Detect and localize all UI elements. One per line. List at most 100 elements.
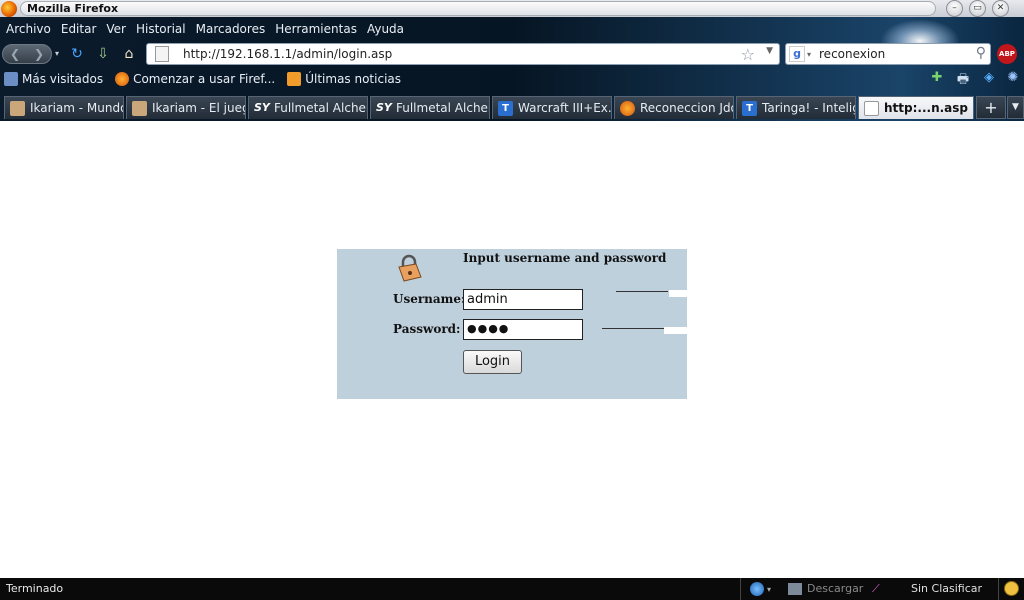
title-bar: Mozilla Firefox – ▭ ✕ [0, 0, 1024, 17]
navigation-bar: ❮ ❯ ▾ ↻ ⇩ ⌂ http://192.168.1.1/admin/log… [0, 42, 1024, 66]
status-bar: Terminado ▾ Descargar ⟋ Sin Clasificar [0, 578, 1024, 600]
menu-editar[interactable]: Editar [61, 22, 97, 40]
ikariam-icon [132, 100, 147, 116]
folder-icon [4, 72, 18, 86]
search-input[interactable]: reconexion [819, 47, 885, 61]
decorative-block [664, 327, 687, 334]
menu-bar: Archivo Editar Ver Historial Marcadores … [0, 22, 408, 40]
adblock-plus-icon[interactable]: ABP [997, 44, 1017, 64]
home-icon[interactable]: ⌂ [119, 43, 139, 65]
tab-label: Taringa! - Intelig... [762, 101, 855, 115]
taringa-icon: T [498, 100, 513, 116]
ikariam-icon [10, 100, 25, 116]
tab-label: Warcraft III+Ex... [518, 101, 612, 115]
tab-strip: Ikariam - Mundo ... Ikariam - El jueg...… [0, 95, 1024, 121]
tab-label: Ikariam - El jueg... [152, 101, 245, 115]
sy-icon: SY [254, 100, 270, 114]
history-dropdown-icon[interactable]: ▾ [52, 43, 62, 65]
bookmark-ultimas-noticias[interactable]: Últimas noticias [283, 72, 401, 86]
back-icon[interactable]: ❮ [3, 45, 27, 63]
download-label: Descargar [807, 582, 864, 595]
tab-reconeccion[interactable]: Reconeccion Jdo... [614, 96, 734, 119]
screen-icon[interactable]: ◈ [980, 70, 998, 88]
taringa-icon: T [742, 100, 757, 116]
menu-marcadores[interactable]: Marcadores [196, 22, 266, 40]
decorative-block [669, 290, 687, 297]
smiley-icon[interactable] [1004, 581, 1019, 596]
menu-ver[interactable]: Ver [106, 22, 126, 40]
browser-chrome: Archivo Editar Ver Historial Marcadores … [0, 17, 1024, 121]
login-heading: Input username and password [463, 251, 667, 265]
tab-ikariam-juego[interactable]: Ikariam - El jueg... [126, 96, 246, 119]
download-icon [788, 582, 802, 595]
tab-warcraft[interactable]: T Warcraft III+Ex... [492, 96, 612, 119]
maximize-button[interactable]: ▭ [969, 0, 986, 17]
print-icon[interactable]: 🖶 [954, 70, 972, 88]
classification-label: Sin Clasificar [911, 582, 983, 595]
download-status[interactable]: Descargar [788, 582, 863, 595]
tab-label: Fullmetal Alchem... [396, 101, 489, 115]
tab-ikariam-mundo[interactable]: Ikariam - Mundo ... [4, 96, 124, 119]
tab-list-dropdown-icon[interactable]: ▼ [1007, 96, 1024, 119]
minimize-button[interactable]: – [946, 0, 963, 17]
menu-historial[interactable]: Historial [136, 22, 186, 40]
search-icon[interactable]: ⚲ [976, 45, 986, 61]
menu-ayuda[interactable]: Ayuda [367, 22, 404, 40]
login-button[interactable]: Login [463, 350, 522, 374]
bookmark-label: Comenzar a usar Firef... [133, 72, 276, 86]
tab-fullmetal-1[interactable]: SY Fullmetal Alchem... [248, 96, 368, 119]
title-field [20, 1, 936, 16]
google-icon[interactable]: g [789, 46, 805, 62]
page-content: Input username and password Username: ad… [0, 121, 1024, 578]
lock-icon [398, 254, 422, 282]
back-forward-group: ❮ ❯ [2, 44, 52, 64]
decorative-line [616, 291, 668, 292]
bookmark-label: Más visitados [22, 72, 104, 86]
bookmark-comenzar[interactable]: Comenzar a usar Firef... [111, 72, 275, 86]
tab-label: Ikariam - Mundo ... [30, 101, 124, 115]
addon-icon[interactable]: ✚ [928, 70, 946, 88]
status-separator [998, 578, 999, 600]
password-label: Password: [393, 322, 461, 336]
loading-icon: ✺ [1007, 70, 1019, 85]
tab-label: Reconeccion Jdo... [640, 101, 733, 115]
bookmark-star-icon[interactable]: ☆ [741, 45, 755, 64]
page-icon [155, 46, 169, 62]
new-tab-button[interactable]: + [976, 96, 1006, 119]
reload-icon[interactable]: ↻ [67, 43, 87, 65]
login-panel: Input username and password Username: ad… [337, 249, 687, 399]
search-engine-dropdown-icon[interactable]: ▾ [807, 50, 811, 59]
decorative-line [602, 328, 664, 329]
graph-icon[interactable]: ⟋ [872, 582, 880, 596]
username-field[interactable]: admin [463, 289, 583, 310]
url-dropdown-icon[interactable]: ▼ [766, 46, 773, 56]
tab-fullmetal-2[interactable]: SY Fullmetal Alchem... [370, 96, 490, 119]
download-save-icon[interactable]: ⇩ [93, 43, 113, 65]
firefox-icon [620, 100, 635, 116]
menu-herramientas[interactable]: Herramientas [275, 22, 357, 40]
close-window-button[interactable]: ✕ [992, 0, 1009, 17]
bookmark-label: Últimas noticias [305, 72, 402, 86]
sy-icon: SY [376, 100, 392, 114]
search-bar[interactable]: g ▾ reconexion ⚲ [785, 43, 991, 65]
rss-icon [287, 72, 302, 86]
menu-archivo[interactable]: Archivo [6, 22, 51, 40]
firefox-icon [115, 72, 130, 86]
bookmark-mas-visitados[interactable]: Más visitados [0, 72, 103, 86]
status-separator [740, 578, 741, 600]
tab-active-login[interactable]: http:...n.asp ✕ [858, 96, 974, 119]
url-text[interactable]: http://192.168.1.1/admin/login.asp [183, 47, 392, 61]
browser-globe-icon[interactable]: ▾ [750, 582, 771, 596]
right-toolbar: ✚ 🖶 ◈ ✺ [918, 70, 1024, 88]
username-label: Username: [393, 292, 466, 306]
url-bar[interactable]: http://192.168.1.1/admin/login.asp ☆ ▼ [146, 43, 780, 65]
firefox-logo-icon [1, 0, 17, 17]
page-icon [864, 100, 879, 116]
password-field[interactable]: ●●●● [463, 319, 583, 340]
tab-taringa[interactable]: T Taringa! - Intelig... [736, 96, 856, 119]
status-text: Terminado [6, 582, 64, 595]
window-title: Mozilla Firefox [27, 2, 119, 15]
tab-label: Fullmetal Alchem... [274, 101, 367, 115]
forward-icon[interactable]: ❯ [27, 45, 51, 63]
tab-label: http:...n.asp [884, 101, 969, 115]
